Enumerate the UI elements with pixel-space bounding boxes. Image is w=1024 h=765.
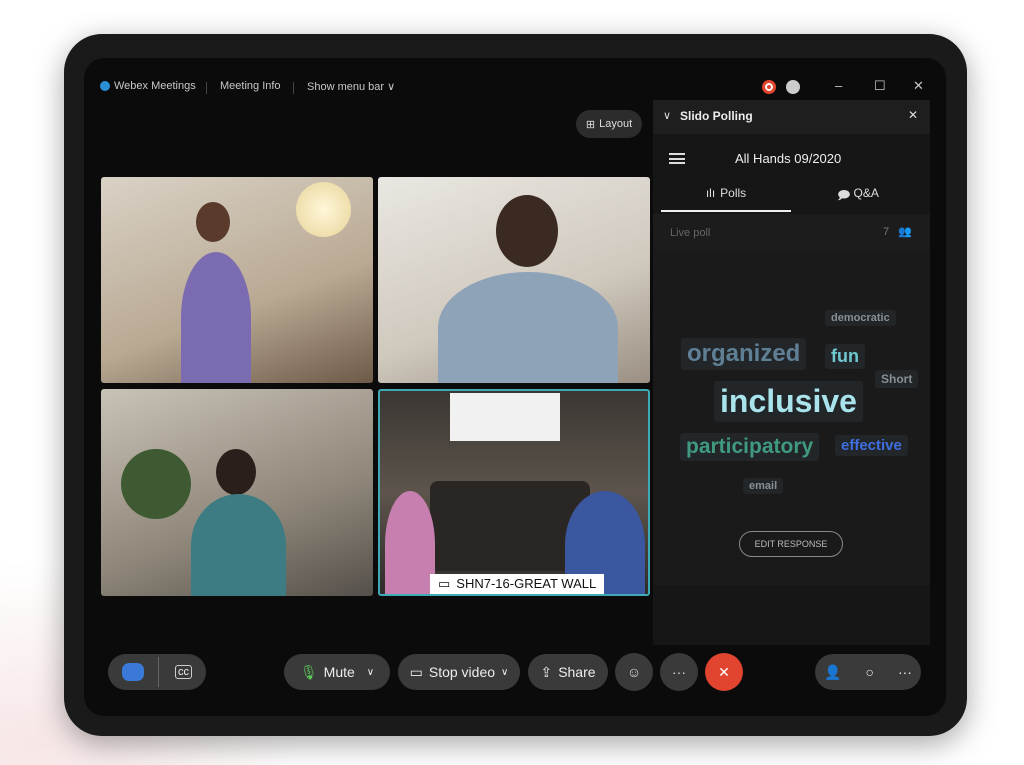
chevron-down-icon[interactable]: ∨ bbox=[367, 667, 374, 678]
slido-header: ∨ Slido Polling ✕ bbox=[653, 100, 930, 134]
show-menu-bar-label: Show menu bar bbox=[307, 81, 385, 93]
plant bbox=[121, 449, 191, 519]
minimize-button[interactable]: – bbox=[835, 78, 842, 93]
pen-icon[interactable] bbox=[786, 80, 800, 94]
mute-label: Mute bbox=[323, 664, 355, 680]
show-menu-bar-button[interactable]: Show menu bar ∨ bbox=[307, 80, 395, 93]
tab-polls[interactable]: ılı Polls bbox=[661, 180, 791, 212]
meeting-info-link[interactable]: Meeting Info bbox=[220, 80, 281, 92]
video-tile-4-active[interactable]: ▭ SHN7-16-GREAT WALL bbox=[378, 389, 650, 596]
chevron-down-icon[interactable]: ∨ bbox=[501, 667, 508, 678]
webex-assistant-icon[interactable] bbox=[122, 663, 144, 681]
slido-panel: ∨ Slido Polling ✕ All Hands 09/2020 ılı P… bbox=[653, 100, 930, 645]
word-cloud: democratic organized fun Short inclusive… bbox=[653, 250, 930, 585]
chat-icon[interactable]: ○ bbox=[865, 664, 873, 680]
recording-icon[interactable] bbox=[762, 80, 776, 94]
tab-polls-label: Polls bbox=[720, 186, 747, 200]
layout-label: Layout bbox=[599, 118, 633, 130]
event-title: All Hands 09/2020 bbox=[735, 151, 842, 166]
video-tile-1[interactable] bbox=[101, 177, 373, 383]
maximize-button[interactable]: ☐ bbox=[874, 78, 886, 94]
participant-body bbox=[191, 494, 286, 596]
camera-icon: ▭ bbox=[409, 663, 423, 680]
close-icon: ✕ bbox=[718, 663, 730, 680]
bar-chart-icon: ılı bbox=[705, 186, 716, 200]
tab-qa-label: Q&A bbox=[853, 186, 879, 200]
ellipsis-icon: ··· bbox=[672, 664, 686, 680]
smiley-icon: ☺ bbox=[626, 664, 642, 680]
collapse-chevron-icon[interactable]: ∨ bbox=[663, 109, 671, 122]
hamburger-menu-icon[interactable] bbox=[669, 153, 685, 164]
chevron-down-icon: ∨ bbox=[387, 81, 396, 93]
layout-button[interactable]: ⊞ Layout bbox=[576, 110, 642, 138]
stop-video-button[interactable]: ▭ Stop video ∨ bbox=[398, 654, 520, 690]
word-organized: organized bbox=[681, 338, 807, 370]
word-participatory: participatory bbox=[680, 433, 820, 461]
video-tile-2[interactable] bbox=[378, 177, 650, 383]
divider bbox=[293, 82, 294, 94]
share-label: Share bbox=[558, 664, 596, 680]
word-email: email bbox=[743, 478, 784, 494]
word-democratic: democratic bbox=[825, 310, 896, 326]
assistant-group: cc bbox=[108, 654, 206, 690]
participants-icon[interactable]: 👤 bbox=[824, 664, 841, 681]
mute-button[interactable]: 🎙 Mute ∨ bbox=[284, 654, 390, 690]
participant bbox=[216, 449, 256, 495]
word-fun: fun bbox=[825, 344, 865, 369]
microphone-icon: 🎙 bbox=[299, 663, 318, 680]
word-inclusive: inclusive bbox=[714, 381, 863, 422]
room-device-icon: ▭ bbox=[438, 576, 451, 591]
webex-window: Webex Meetings Meeting Info Show menu ba… bbox=[84, 58, 946, 716]
slido-title: Slido Polling bbox=[680, 109, 753, 123]
participant-count: 7 bbox=[883, 226, 890, 238]
webex-logo-icon bbox=[100, 81, 110, 91]
room-name-label: ▭ SHN7-16-GREAT WALL bbox=[430, 574, 605, 594]
live-poll-bar: Live poll 7 👥 bbox=[653, 214, 930, 250]
video-tile-3[interactable] bbox=[101, 389, 373, 596]
edit-response-button[interactable]: EDIT RESPONSE bbox=[739, 531, 843, 557]
room-name: SHN7-16-GREAT WALL bbox=[456, 576, 597, 591]
more-panels-icon[interactable]: ··· bbox=[898, 664, 912, 680]
participant bbox=[496, 195, 558, 267]
participant-body bbox=[181, 252, 251, 383]
slido-close-button[interactable]: ✕ bbox=[908, 108, 918, 122]
participant-body bbox=[438, 272, 618, 383]
tab-qa[interactable]: 🗩 Q&A bbox=[793, 180, 923, 212]
share-button[interactable]: ⇪ Share bbox=[528, 654, 608, 690]
grid-icon: ⊞ bbox=[585, 118, 596, 131]
participant bbox=[385, 491, 435, 594]
divider bbox=[206, 82, 207, 94]
live-poll-label: Live poll bbox=[670, 227, 711, 239]
chat-bubbles-icon: 🗩 bbox=[837, 188, 851, 202]
presentation-screen bbox=[450, 393, 560, 441]
app-title: Webex Meetings bbox=[114, 80, 196, 92]
lamp bbox=[296, 182, 351, 237]
stop-video-label: Stop video bbox=[428, 664, 496, 680]
more-options-button[interactable]: ··· bbox=[660, 653, 698, 691]
divider bbox=[158, 657, 159, 687]
word-effective: effective bbox=[835, 435, 908, 456]
word-short: Short bbox=[875, 370, 919, 388]
share-icon: ⇪ bbox=[540, 663, 553, 680]
close-button[interactable]: ✕ bbox=[913, 78, 924, 94]
participant bbox=[196, 202, 230, 242]
end-meeting-button[interactable]: ✕ bbox=[705, 653, 743, 691]
people-icon: 👥 bbox=[898, 226, 912, 238]
panels-group: 👤 ○ ··· bbox=[815, 654, 921, 690]
closed-captions-icon[interactable]: cc bbox=[175, 665, 192, 679]
reactions-button[interactable]: ☺ bbox=[615, 653, 653, 691]
